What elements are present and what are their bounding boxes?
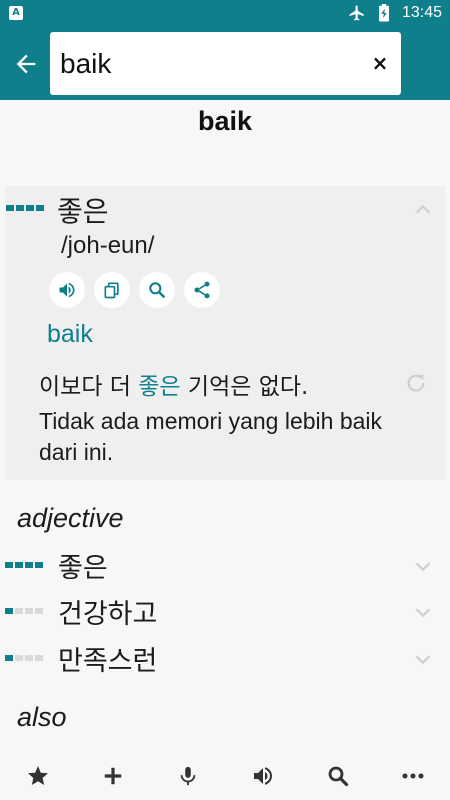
example-text: 이보다 더 — [39, 374, 139, 400]
speaker-icon — [253, 767, 272, 785]
more-icon — [402, 773, 423, 779]
voice-input-button[interactable] — [168, 756, 208, 796]
primary-translation-card: 좋은 /joh-eun/ baik 이보다 더 좋은 기억은 없다. Tidak… — [5, 186, 445, 480]
app-bar: × — [0, 28, 450, 100]
frequency-indicator — [5, 655, 43, 661]
search-button[interactable] — [318, 756, 358, 796]
refresh-icon — [407, 374, 425, 392]
clear-search-button[interactable]: × — [367, 50, 393, 76]
romanization: /joh-eun/ — [61, 232, 155, 259]
status-time: 13:45 — [401, 4, 442, 21]
chevron-down-icon — [415, 562, 431, 572]
speaker-icon — [59, 282, 75, 298]
close-icon: × — [371, 51, 389, 75]
example-sentence-korean: 이보다 더 좋은 기억은 없다. — [39, 367, 308, 401]
airplane-mode-icon — [349, 5, 364, 21]
part-of-speech-label: adjective — [17, 503, 124, 533]
term-actions — [49, 272, 220, 308]
search-input[interactable] — [58, 44, 362, 84]
example-highlight: 좋은 — [138, 374, 181, 400]
pronounce-button[interactable] — [49, 272, 85, 308]
expand-button[interactable] — [411, 647, 435, 671]
bottom-toolbar — [0, 752, 450, 800]
chevron-up-icon — [415, 204, 431, 214]
list-item-term[interactable]: 건강하고 — [58, 592, 157, 631]
search-icon — [328, 766, 348, 787]
frequency-indicator — [6, 205, 44, 211]
page-title: baik — [197, 106, 253, 136]
refresh-example-button[interactable] — [405, 372, 429, 396]
speak-button[interactable] — [243, 756, 283, 796]
translation-term: 좋은 — [57, 195, 109, 228]
example-text-end: 기억은 없다. — [180, 374, 309, 400]
frequency-indicator — [5, 562, 43, 568]
back-translation[interactable]: baik — [47, 320, 93, 349]
lookup-button[interactable] — [139, 272, 175, 308]
star-icon — [27, 766, 48, 785]
add-button[interactable] — [93, 756, 133, 796]
chevron-down-icon — [415, 655, 431, 665]
frequency-indicator — [5, 608, 43, 614]
search-box: × — [50, 32, 401, 95]
status-bar: A 13:45 — [0, 0, 450, 28]
battery-charging-icon — [379, 4, 389, 22]
plus-icon — [104, 767, 121, 785]
copy-icon — [104, 282, 119, 299]
expand-button[interactable] — [411, 600, 435, 624]
favorites-button[interactable] — [18, 756, 58, 796]
expand-button[interactable] — [411, 554, 435, 578]
arrow-left-icon — [16, 54, 36, 74]
more-button[interactable] — [393, 756, 433, 796]
app-notification-icon: A — [9, 6, 23, 20]
example-sentence-translation: Tidak ada memori yang lebih baik dari in… — [39, 408, 383, 465]
collapse-button[interactable] — [411, 198, 435, 222]
chevron-down-icon — [415, 608, 431, 618]
section-label-also: also — [17, 702, 67, 732]
microphone-icon — [180, 766, 195, 786]
back-button[interactable] — [8, 46, 44, 82]
status-bar-right: 13:45 — [348, 4, 442, 22]
search-icon — [149, 282, 165, 298]
share-icon — [194, 281, 210, 299]
list-item-term[interactable]: 만족스런 — [58, 639, 157, 678]
share-button[interactable] — [184, 272, 220, 308]
list-item-term[interactable]: 좋은 — [58, 546, 108, 585]
copy-button[interactable] — [94, 272, 130, 308]
